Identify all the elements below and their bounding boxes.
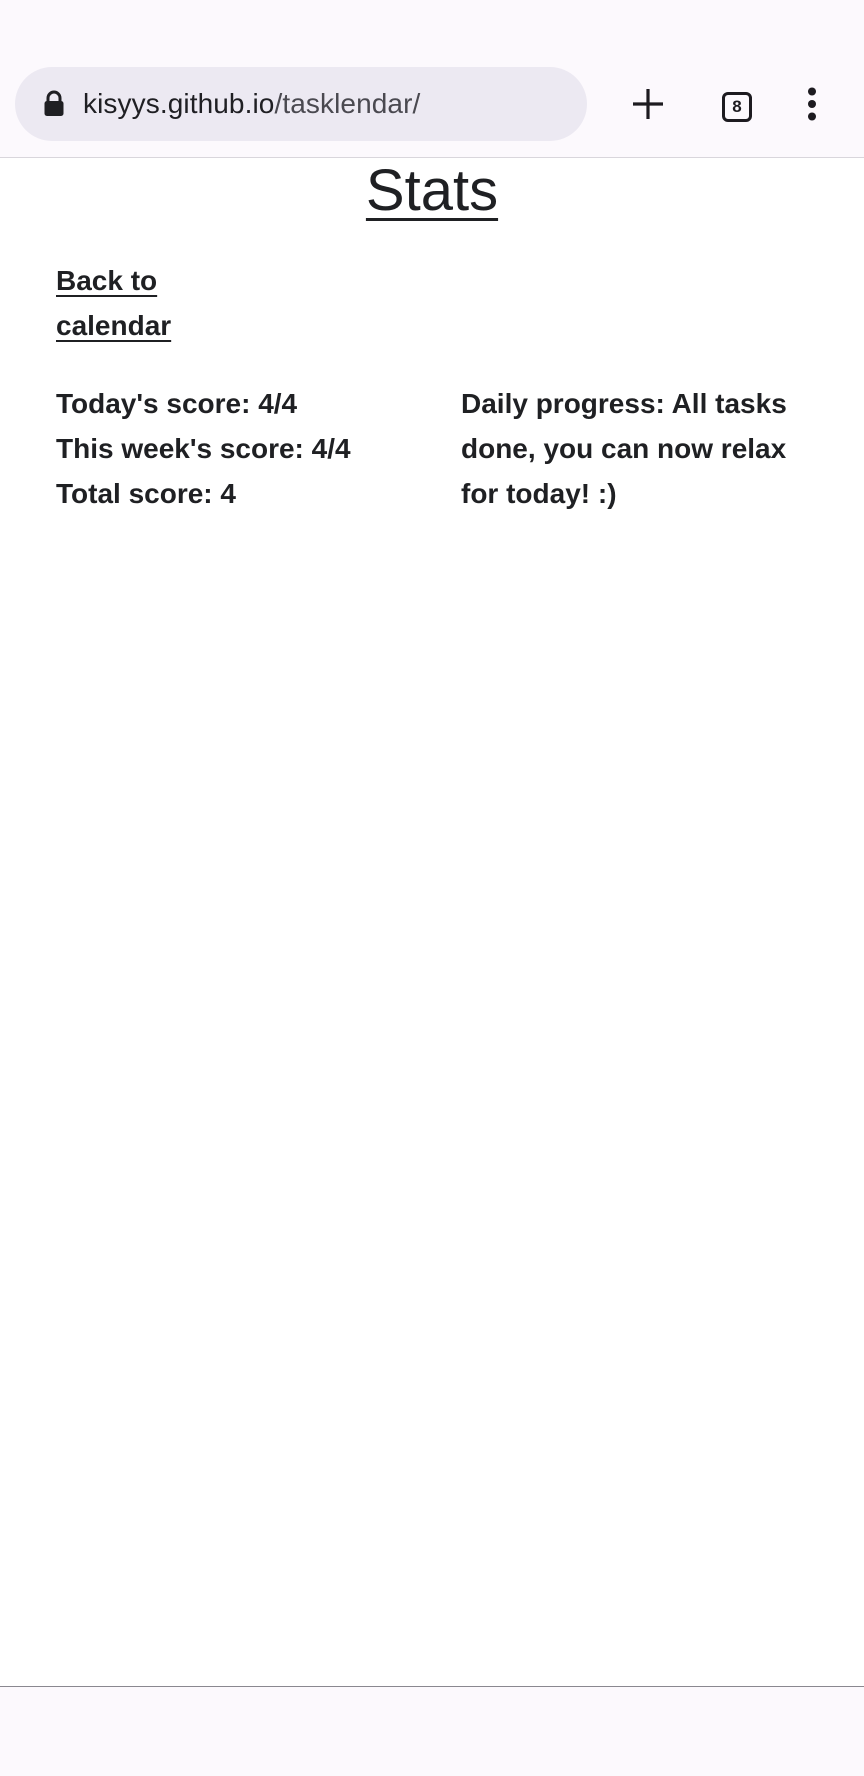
url-path: /tasklendar/ xyxy=(274,88,421,119)
new-tab-button[interactable] xyxy=(620,56,676,157)
address-bar[interactable]: kisyys.github.io/tasklendar/ xyxy=(15,67,587,141)
more-vert-icon xyxy=(806,87,818,126)
url-host: kisyys.github.io xyxy=(83,88,275,119)
navigation-bar xyxy=(0,1686,864,1776)
tab-switcher-button[interactable]: 8 xyxy=(707,56,767,157)
lock-icon[interactable] xyxy=(41,87,67,121)
browser-menu-button[interactable] xyxy=(790,56,834,157)
page-content: Stats Back to calendar Today's score: 4/… xyxy=(0,158,864,1686)
plus-icon xyxy=(631,87,665,126)
browser-toolbar: kisyys.github.io/tasklendar/ 8 xyxy=(0,56,864,158)
url-text: kisyys.github.io/tasklendar/ xyxy=(83,88,420,120)
page-title: Stats xyxy=(365,158,499,223)
weeks-score: This week's score: 4/4 xyxy=(56,433,351,464)
status-bar xyxy=(0,0,864,56)
scores-panel: Today's score: 4/4 This week's score: 4/… xyxy=(56,381,436,516)
total-score: Total score: 4 xyxy=(56,478,236,509)
back-to-calendar-link[interactable]: Back to calendar xyxy=(56,258,216,348)
todays-score: Today's score: 4/4 xyxy=(56,388,298,419)
tab-switcher-icon: 8 xyxy=(722,91,752,122)
daily-progress: Daily progress: All tasks done, you can … xyxy=(461,388,787,509)
